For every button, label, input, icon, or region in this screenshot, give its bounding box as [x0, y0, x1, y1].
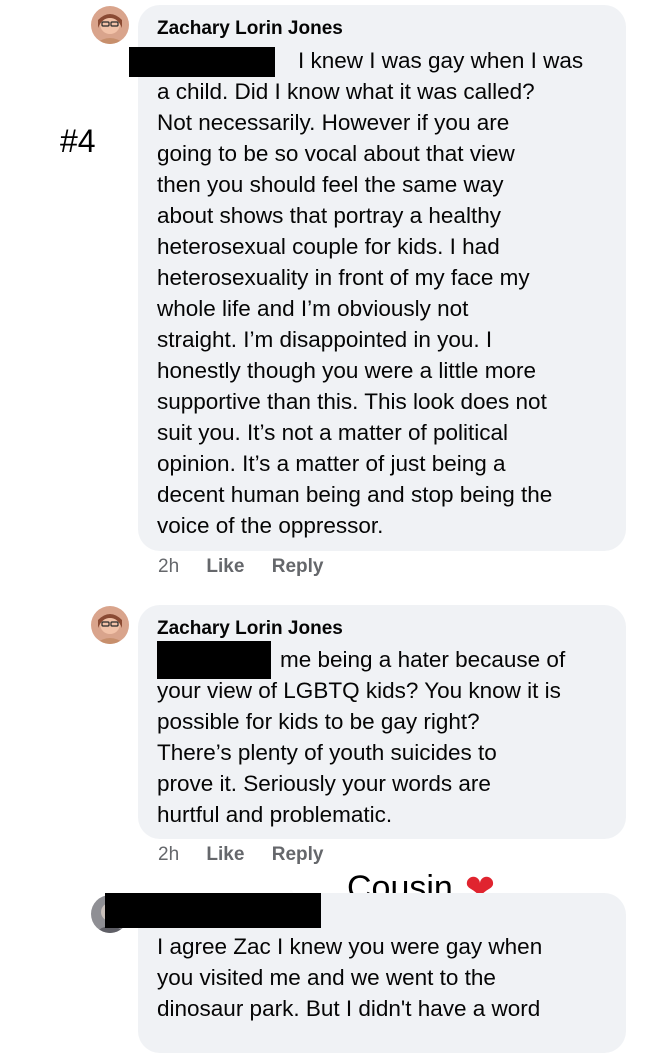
- like-button[interactable]: Like: [206, 844, 244, 865]
- comment-text: me being a hater because of your view of…: [157, 647, 566, 827]
- comment-text: I agree Zac I knew you were gay when you…: [157, 934, 543, 1021]
- comment-bubble: Zachary Lorin Jones me being a hater bec…: [138, 605, 626, 839]
- profile-photo-icon: [91, 6, 129, 44]
- comment-author[interactable]: Zachary Lorin Jones: [157, 618, 343, 640]
- comment-text: I knew I was gay when I was a child. Did…: [157, 48, 584, 538]
- reply-button[interactable]: Reply: [272, 556, 324, 577]
- profile-photo-icon: [91, 606, 129, 644]
- avatar[interactable]: [91, 606, 129, 644]
- comment-bubble: Zachary Lorin Jones I knew I was gay whe…: [129, 5, 626, 551]
- comment-actions: 2h Like Reply: [158, 556, 345, 578]
- like-button[interactable]: Like: [206, 556, 244, 577]
- comment-actions: 2h Like Reply: [158, 844, 345, 866]
- comment-time: 2h: [158, 844, 180, 865]
- comment-author[interactable]: Zachary Lorin Jones: [157, 18, 343, 40]
- avatar[interactable]: [91, 6, 129, 44]
- annotation-number: #4: [60, 123, 96, 159]
- redaction-bar: [105, 893, 321, 928]
- reply-button[interactable]: Reply: [272, 844, 324, 865]
- comment-time: 2h: [158, 556, 180, 577]
